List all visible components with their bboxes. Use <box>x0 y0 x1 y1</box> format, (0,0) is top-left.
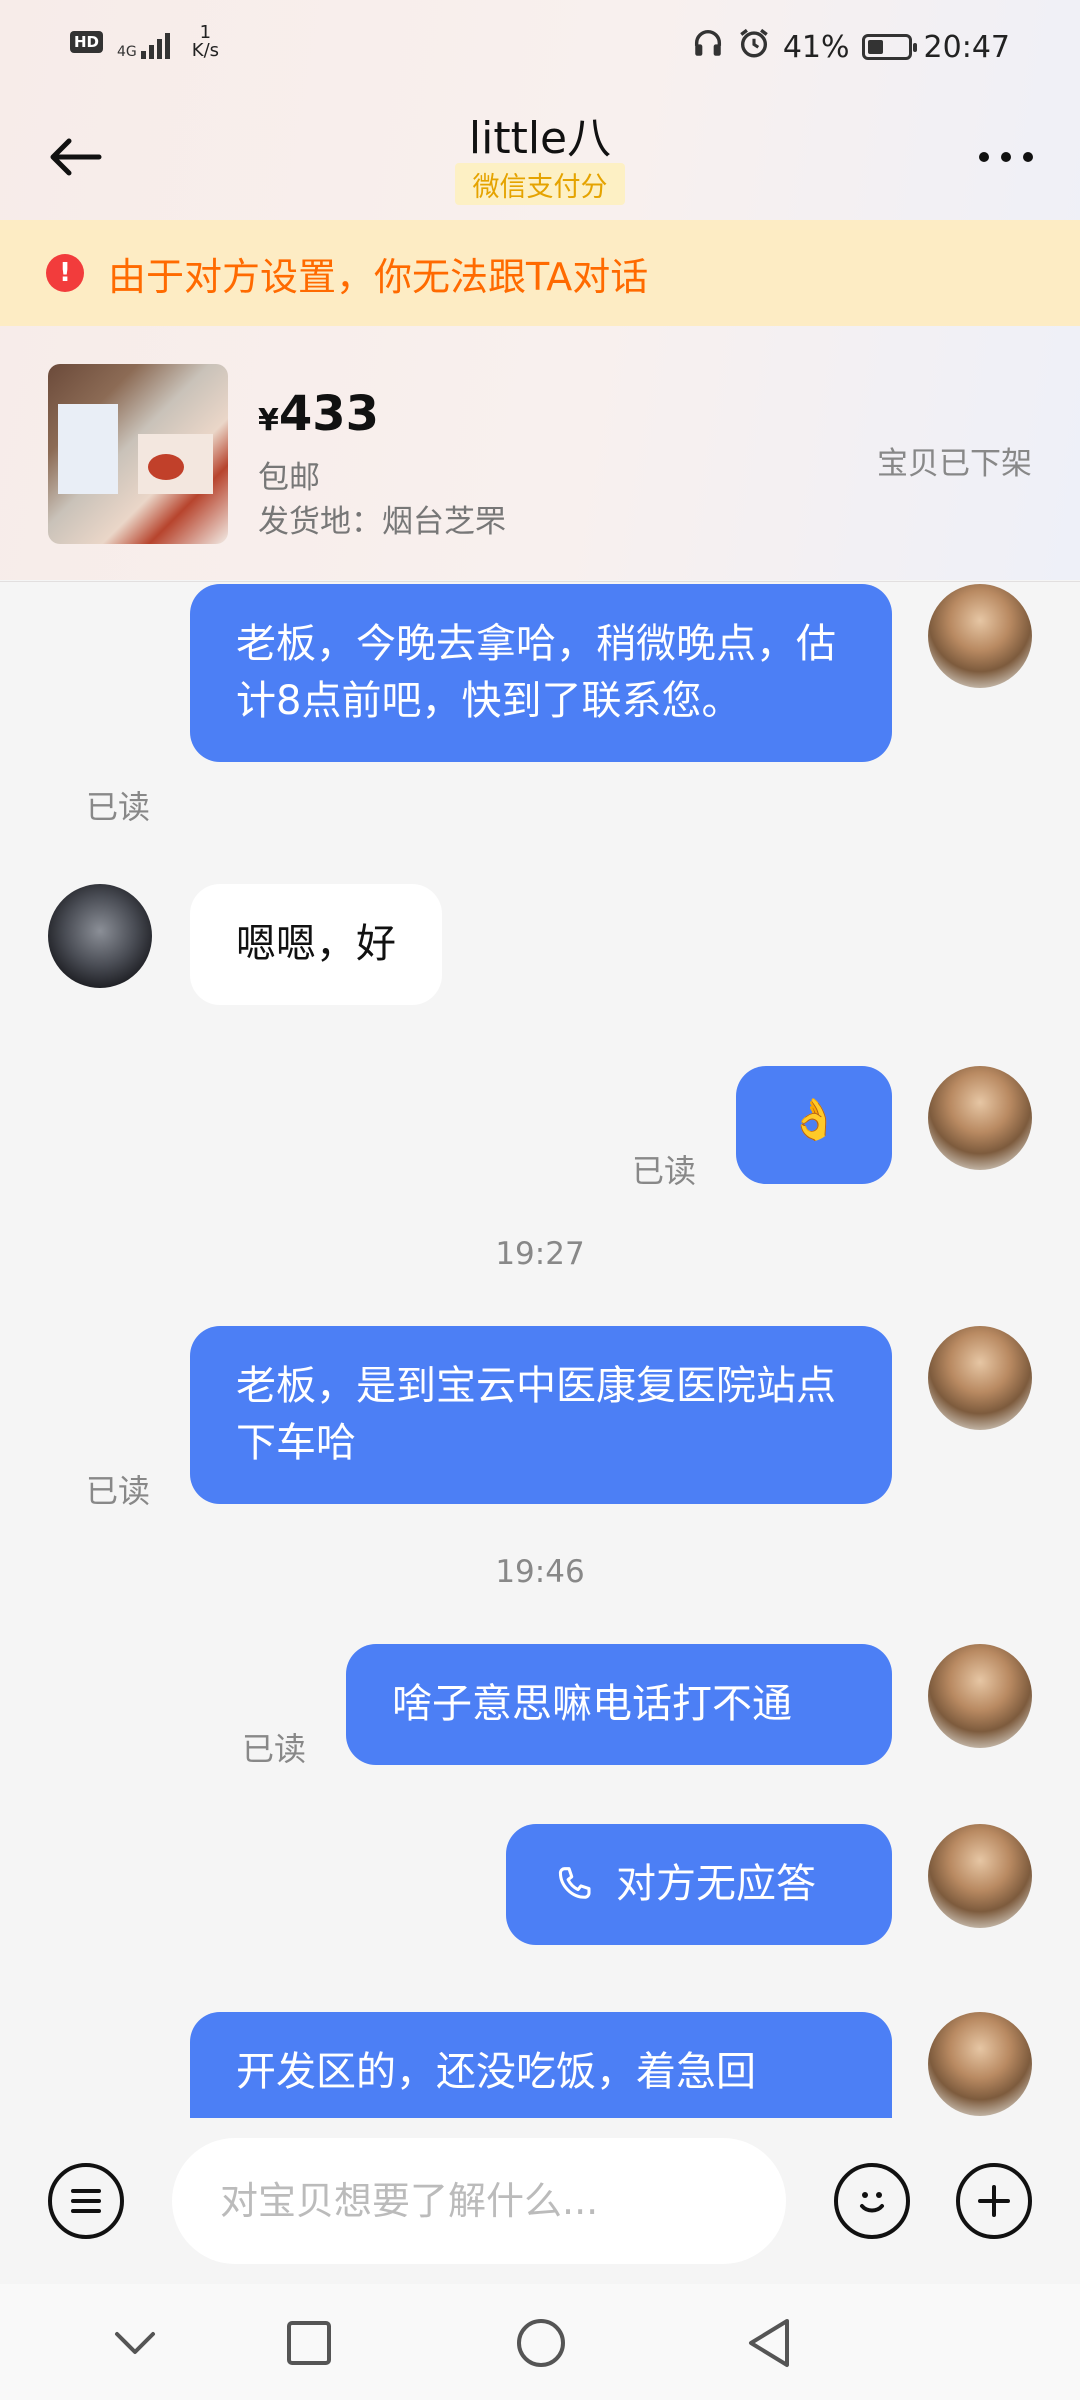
battery-icon <box>861 34 917 60</box>
warning-icon: ! <box>46 254 84 292</box>
menu-icon <box>71 2189 101 2213</box>
my-avatar[interactable] <box>928 1824 1032 1928</box>
speed-unit: K/s <box>191 40 220 61</box>
network-type: 4G <box>117 44 137 60</box>
wechat-pay-badge[interactable]: 微信支付分 <box>455 163 625 205</box>
product-status: 宝贝已下架 <box>877 446 1032 482</box>
smiley-icon <box>860 2192 884 2213</box>
contact-avatar[interactable] <box>48 884 152 988</box>
system-nav-bar <box>0 2284 1080 2400</box>
status-left: HD 4G 1 K/s <box>70 24 219 60</box>
read-receipt: 已读 <box>86 788 151 826</box>
message-bubble[interactable]: 老板，是到宝云中医康复医院站点下车哈 <box>190 1326 892 1504</box>
my-avatar[interactable] <box>928 1066 1032 1170</box>
message-bubble[interactable]: 啥子意思嘛电话打不通 <box>346 1644 892 1765</box>
headphones-icon <box>691 26 725 68</box>
warning-banner: ! 由于对方设置，你无法跟TA对话 <box>0 220 1080 326</box>
triangle-back-icon <box>749 2319 789 2367</box>
chat-list[interactable]: 老板，今晚去拿哈，稍微晚点，估计8点前吧，快到了联系您。 已读 嗯嗯，好 👌 已… <box>0 582 1080 2118</box>
chat-title: little八 <box>468 113 612 164</box>
read-receipt: 已读 <box>86 1472 151 1510</box>
more-dots-icon <box>979 152 1033 162</box>
nav-recents-button[interactable] <box>274 2308 344 2378</box>
my-avatar[interactable] <box>928 1644 1032 1748</box>
my-avatar[interactable] <box>928 584 1032 688</box>
alarm-icon <box>737 26 771 68</box>
signal-icon: 4G <box>117 25 170 59</box>
signal-bars <box>140 33 170 59</box>
status-right: 41% 20:47 <box>691 26 1010 68</box>
title-bar: little八 微信支付分 <box>0 96 1080 220</box>
input-bar <box>0 2118 1080 2284</box>
more-actions-button[interactable] <box>956 2163 1032 2239</box>
my-avatar[interactable] <box>928 1326 1032 1430</box>
phone-icon <box>558 1866 591 1899</box>
clock: 20:47 <box>923 29 1010 65</box>
battery-percent: 41% <box>782 29 850 65</box>
battery-fill <box>867 40 884 54</box>
message-bubble[interactable]: 嗯嗯，好 <box>190 884 442 1005</box>
network-speed: 1 K/s <box>192 24 219 60</box>
warning-text: 由于对方设置，你无法跟TA对话 <box>108 254 649 299</box>
call-bubble[interactable]: 对方无应答 <box>506 1824 892 1945</box>
menu-button[interactable] <box>48 2163 124 2239</box>
chevron-down-icon <box>115 2332 155 2354</box>
message-bubble[interactable]: 开发区的，还没吃饭，着急回 <box>190 2012 892 2118</box>
product-image[interactable] <box>48 364 228 544</box>
message-bubble[interactable]: 老板，今晚去拿哈，稍微晚点，估计8点前吧，快到了联系您。 <box>190 584 892 762</box>
call-status-text: 对方无应答 <box>616 1861 816 1907</box>
hd-badge: HD <box>70 31 104 53</box>
message-input[interactable] <box>172 2138 786 2264</box>
ship-origin: 发货地：烟台芝罘 <box>258 504 506 540</box>
nav-home-button[interactable] <box>506 2308 576 2378</box>
product-price: ¥433 <box>258 386 379 442</box>
emoji-button[interactable] <box>834 2163 910 2239</box>
my-avatar[interactable] <box>928 2012 1032 2116</box>
product-card[interactable]: ¥433 包邮 发货地：烟台芝罘 宝贝已下架 <box>0 326 1080 582</box>
status-bar: HD 4G 1 K/s 41% 20:47 <box>0 0 1080 96</box>
nav-collapse-button[interactable] <box>100 2308 170 2378</box>
timestamp: 19:46 <box>495 1554 585 1590</box>
read-receipt: 已读 <box>242 1730 307 1768</box>
circle-icon <box>517 2319 565 2367</box>
timestamp: 19:27 <box>495 1236 585 1272</box>
more-button[interactable] <box>966 122 1046 192</box>
shipping-label: 包邮 <box>258 460 320 496</box>
nav-back-button[interactable] <box>734 2308 804 2378</box>
emoji-bubble[interactable]: 👌 <box>736 1066 892 1184</box>
currency-symbol: ¥ <box>258 403 279 438</box>
price-value: 433 <box>278 386 380 442</box>
square-icon <box>287 2321 331 2365</box>
plus-icon <box>978 2185 1010 2217</box>
read-receipt: 已读 <box>632 1152 697 1190</box>
